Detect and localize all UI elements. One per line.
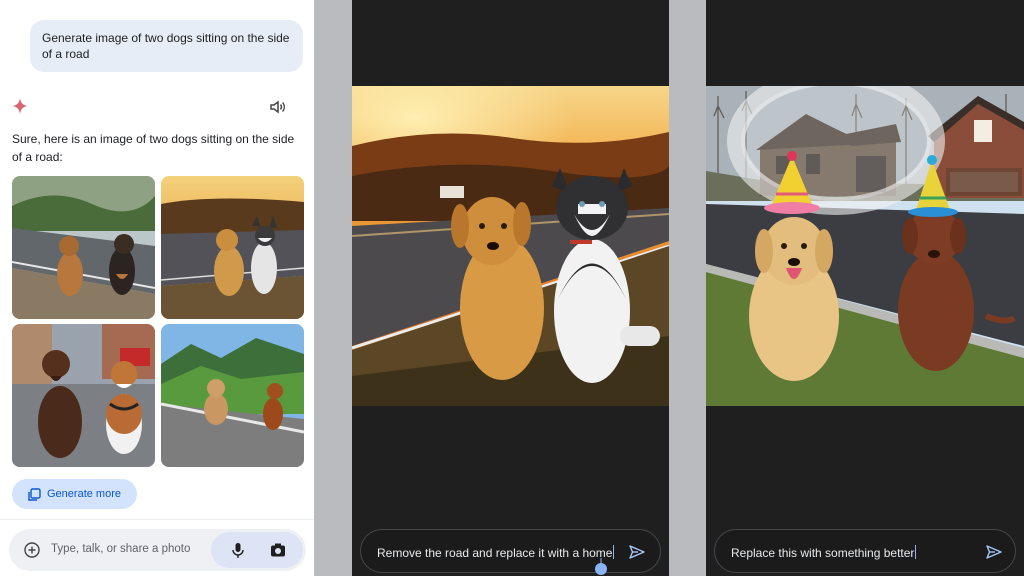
generated-image-2[interactable]: [161, 176, 304, 319]
input-actions: [211, 532, 303, 568]
generate-more-label: Generate more: [47, 488, 121, 500]
edit-input-house[interactable]: Replace this with something better: [714, 529, 1016, 573]
generated-image-1[interactable]: [12, 176, 155, 319]
gemini-sparkle-icon: [12, 98, 28, 114]
edit-input-text-house[interactable]: Replace this with something better: [731, 545, 917, 560]
chat-input-bar[interactable]: Type, talk, or share a photo: [9, 529, 306, 571]
text-cursor: [613, 545, 615, 559]
assistant-reply: Sure, here is an image of two dogs sitti…: [12, 132, 295, 164]
send-icon[interactable]: [985, 543, 1003, 561]
edit-input-text-road[interactable]: Remove the road and replace it with a ho…: [377, 545, 615, 560]
generated-image-3[interactable]: [12, 324, 155, 467]
add-icon[interactable]: [23, 541, 41, 559]
speaker-icon[interactable]: [268, 98, 286, 116]
edit-input-road[interactable]: Remove the road and replace it with a ho…: [360, 529, 661, 573]
chat-panel: Generate image of two dogs sitting on th…: [0, 0, 314, 576]
user-prompt-bubble: Generate image of two dogs sitting on th…: [30, 20, 303, 72]
microphone-icon[interactable]: [229, 541, 247, 559]
send-icon[interactable]: [628, 543, 646, 561]
generate-more-button[interactable]: Generate more: [12, 479, 137, 509]
edit-panel-road: Remove the road and replace it with a ho…: [352, 0, 669, 576]
text-cursor: [915, 545, 917, 559]
edit-panel-house: Replace this with something better: [706, 0, 1024, 576]
edited-image-road[interactable]: [352, 86, 669, 406]
text-selection-handle[interactable]: [595, 558, 607, 576]
edited-image-house[interactable]: [706, 86, 1024, 406]
divider: [0, 519, 314, 520]
generated-image-4[interactable]: [161, 324, 304, 467]
image-gallery-icon: [28, 487, 41, 501]
chat-input-placeholder[interactable]: Type, talk, or share a photo: [51, 543, 190, 555]
camera-icon[interactable]: [269, 541, 287, 559]
